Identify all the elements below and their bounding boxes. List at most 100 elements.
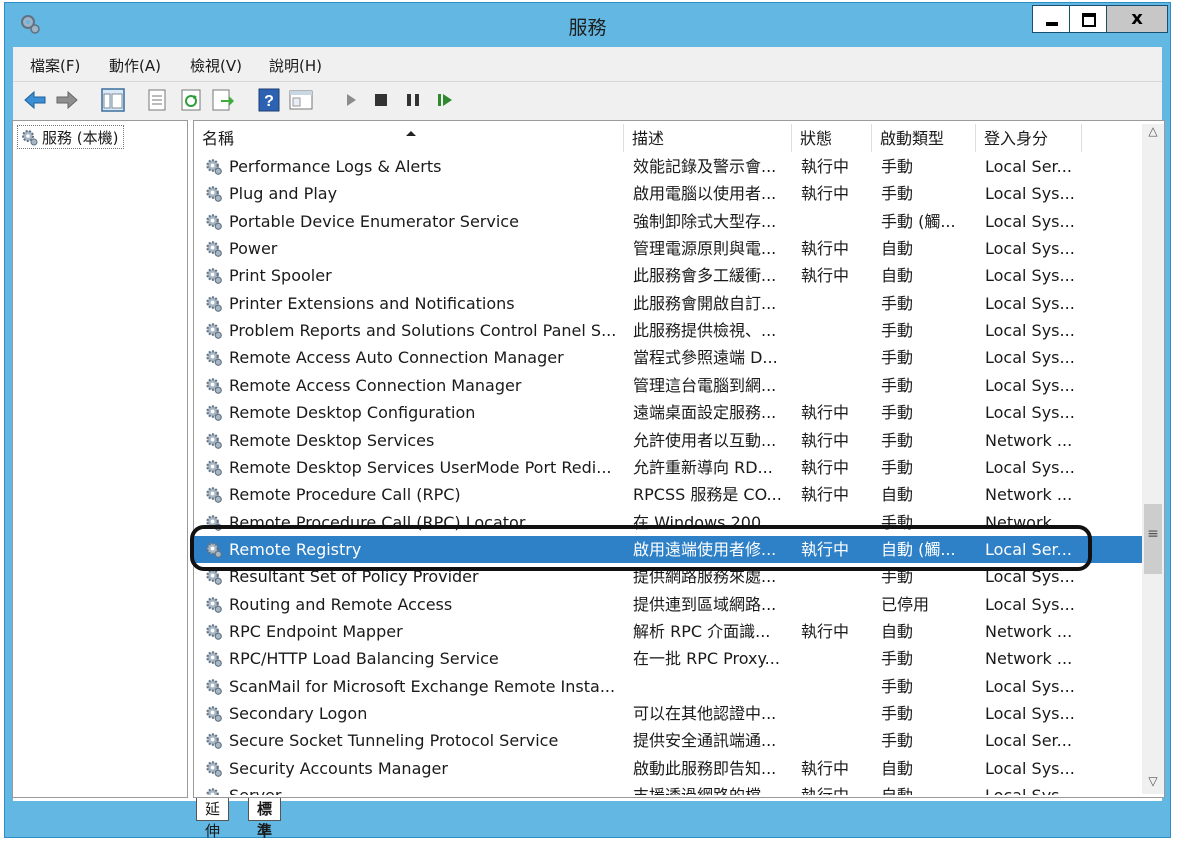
table-row[interactable]: Remote Procedure Call (RPC) Locator 在 Win… bbox=[194, 509, 1142, 536]
service-name: Routing and Remote Access bbox=[229, 594, 453, 614]
table-row-selected[interactable]: Remote Registry 啟用遠端使用者修... 執行中 自動 (觸... Loc… bbox=[194, 535, 1142, 563]
service-status bbox=[801, 208, 869, 235]
service-name: Security Accounts Manager bbox=[229, 758, 448, 778]
stop-service-icon[interactable] bbox=[369, 88, 393, 112]
service-log-on-as: Local Sys... bbox=[985, 782, 1081, 795]
service-gear-icon bbox=[206, 296, 222, 312]
tree-node-services-local[interactable]: 服務 (本機) bbox=[17, 125, 125, 149]
table-row[interactable]: Performance Logs & Alerts 效能記錄及警示會... 執行中 手… bbox=[194, 153, 1142, 180]
service-status: 執行中 bbox=[801, 782, 869, 795]
service-status bbox=[801, 563, 869, 590]
service-status: 執行中 bbox=[801, 758, 850, 778]
show-tree-icon[interactable] bbox=[101, 88, 125, 112]
column-header: 名稱 描述 狀態 啟動類型 登入身分 bbox=[194, 124, 1142, 152]
refresh-icon[interactable] bbox=[179, 88, 203, 112]
service-startup-type: 自動 bbox=[881, 485, 914, 505]
column-header-description[interactable]: 描述 bbox=[624, 124, 792, 152]
service-gear-icon bbox=[206, 514, 222, 531]
table-row[interactable]: RPC Endpoint Mapper 解析 RPC 介面識... 執行中 自動 Net… bbox=[194, 618, 1142, 645]
table-row[interactable]: Remote Access Connection Manager 管理這台電腦到網… bbox=[194, 372, 1142, 399]
table-row[interactable]: Resultant Set of Policy Provider 提供網路服務來處… bbox=[194, 563, 1142, 590]
menu-view[interactable]: 檢視(V) bbox=[190, 55, 242, 76]
table-row[interactable]: Remote Desktop Services 允許使用者以互動... 執行中 手動 N… bbox=[194, 427, 1142, 454]
column-header-log-on-as[interactable]: 登入身分 bbox=[976, 124, 1082, 152]
service-startup-type: 手動 bbox=[881, 430, 914, 450]
service-log-on-as: Local Sys... bbox=[985, 676, 1075, 696]
service-name: Portable Device Enumerator Service bbox=[229, 211, 519, 231]
menu-help[interactable]: 說明(H) bbox=[269, 55, 322, 76]
pause-service-icon[interactable] bbox=[401, 88, 425, 112]
service-status: 執行中 bbox=[801, 621, 850, 641]
service-gear-icon bbox=[206, 460, 222, 476]
start-service-icon[interactable] bbox=[339, 88, 363, 112]
service-gear-icon bbox=[206, 378, 222, 394]
table-row[interactable]: ScanMail for Microsoft Exchange Remote I… bbox=[194, 673, 1142, 700]
service-startup-type: 手動 bbox=[881, 321, 914, 341]
service-description: 管理電源原則與電... bbox=[633, 239, 777, 259]
tab-extended[interactable]: 延伸 bbox=[196, 798, 230, 840]
service-startup-type: 自動 bbox=[881, 239, 914, 259]
column-header-startup-type[interactable]: 啟動類型 bbox=[872, 124, 976, 152]
close-button[interactable]: x bbox=[1106, 5, 1168, 33]
column-header-status[interactable]: 狀態 bbox=[792, 124, 872, 152]
column-header-name[interactable]: 名稱 bbox=[194, 124, 624, 152]
export-list-icon[interactable] bbox=[211, 88, 235, 112]
service-description: 在 Windows 200... bbox=[633, 512, 777, 532]
tree-node-label: 服務 (本機) bbox=[42, 128, 119, 147]
window-title: 服務 bbox=[568, 17, 607, 39]
scroll-up-arrow-icon[interactable]: △ bbox=[1142, 124, 1164, 144]
table-row[interactable]: Remote Access Auto Connection Manager 當程式… bbox=[194, 344, 1142, 371]
service-startup-type: 自動 (觸... bbox=[881, 539, 956, 559]
minimize-button[interactable] bbox=[1032, 5, 1070, 33]
service-startup-type: 手動 bbox=[881, 403, 914, 423]
maximize-button[interactable] bbox=[1069, 5, 1107, 33]
table-row[interactable]: Remote Desktop Configuration 遠端桌面設定服務... 執… bbox=[194, 399, 1142, 426]
back-arrow-icon[interactable] bbox=[23, 88, 47, 112]
service-description: 解析 RPC 介面識... bbox=[633, 621, 771, 641]
table-row[interactable]: Plug and Play 啟用電腦以使用者... 執行中 手動 Local Sys..… bbox=[194, 180, 1142, 207]
scroll-down-arrow-icon[interactable]: ▽ bbox=[1142, 774, 1164, 794]
service-log-on-as: Local Sys... bbox=[985, 594, 1075, 614]
service-name: Remote Procedure Call (RPC) bbox=[229, 485, 461, 505]
table-row[interactable]: Problem Reports and Solutions Control Pa… bbox=[194, 317, 1142, 344]
table-row[interactable]: Remote Desktop Services UserMode Port Re… bbox=[194, 454, 1142, 481]
table-row[interactable]: RPC/HTTP Load Balancing Service 在一批 RPC P… bbox=[194, 645, 1142, 672]
resume-service-icon[interactable] bbox=[433, 88, 457, 112]
service-startup-type: 手動 bbox=[881, 567, 914, 587]
service-startup-type: 手動 bbox=[881, 731, 914, 751]
service-gear-icon bbox=[206, 569, 222, 586]
tab-standard[interactable]: 標準 bbox=[248, 798, 282, 840]
service-description: 當程式參照遠端 D... bbox=[633, 348, 778, 368]
menu-file[interactable]: 檔案(F) bbox=[30, 55, 80, 76]
service-gear-icon bbox=[206, 706, 222, 722]
title-bar[interactable]: 服務 x bbox=[5, 3, 1170, 47]
service-log-on-as: Local Ser... bbox=[985, 157, 1072, 176]
service-startup-type: 手動 bbox=[881, 184, 914, 204]
table-row[interactable]: Server 支援透過網路的檔... 執行中自動 Local Sys... bbox=[194, 782, 1142, 795]
table-row[interactable]: Security Accounts Manager 啟動此服務即告知... 執行中 自… bbox=[194, 755, 1142, 782]
vertical-scrollbar[interactable]: △ ≡ ▽ bbox=[1142, 124, 1164, 794]
service-description: 提供連到區域網路... bbox=[633, 594, 777, 614]
table-row[interactable]: Secondary Logon 可以在其他認證中... 手動 Local Sys... bbox=[194, 700, 1142, 727]
service-gear-icon bbox=[206, 487, 222, 504]
table-row[interactable]: Remote Procedure Call (RPC) RPCSS 服務是 CO.… bbox=[194, 481, 1142, 508]
help-icon[interactable]: ? bbox=[257, 88, 281, 112]
table-row[interactable]: Power 管理電源原則與電... 執行中 自動 Local Sys... bbox=[194, 235, 1142, 262]
console-view-icon[interactable] bbox=[289, 88, 313, 112]
scroll-thumb[interactable]: ≡ bbox=[1144, 504, 1162, 574]
close-icon: x bbox=[1131, 8, 1143, 29]
service-gear-icon bbox=[206, 186, 222, 203]
table-row[interactable]: Portable Device Enumerator Service 強制卸除式大… bbox=[194, 208, 1142, 235]
service-name: Power bbox=[229, 239, 278, 259]
service-startup-type: 手動 (觸... bbox=[881, 211, 956, 231]
forward-arrow-icon[interactable] bbox=[55, 88, 79, 112]
service-log-on-as: Local Ser... bbox=[985, 731, 1072, 751]
menu-action[interactable]: 動作(A) bbox=[109, 55, 161, 76]
table-row[interactable]: Routing and Remote Access 提供連到區域網路... 已停用 L… bbox=[194, 591, 1142, 618]
service-gear-icon bbox=[206, 596, 222, 613]
table-row[interactable]: Print Spooler 此服務會多工緩衝... 執行中 自動 Local Sys..… bbox=[194, 262, 1142, 289]
table-row[interactable]: Printer Extensions and Notifications 此服務會… bbox=[194, 290, 1142, 317]
table-row[interactable]: Secure Socket Tunneling Protocol Service… bbox=[194, 727, 1142, 754]
service-status bbox=[801, 591, 869, 618]
properties-icon[interactable] bbox=[145, 88, 169, 112]
